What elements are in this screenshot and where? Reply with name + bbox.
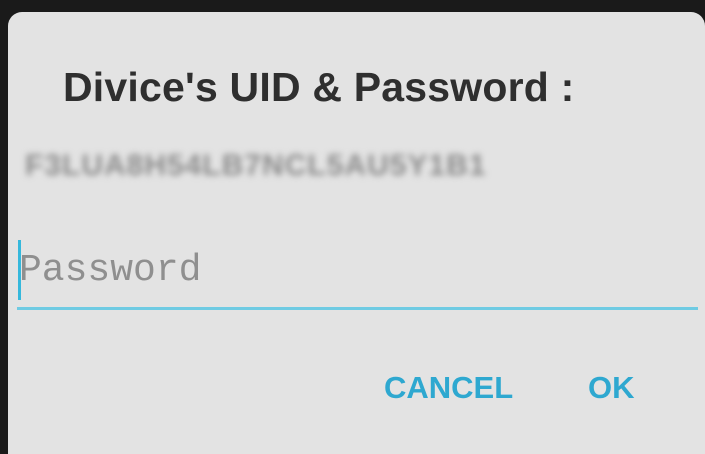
device-uid-value: F3LUA8H54LB7NCL5AU5Y1B1 <box>25 148 486 184</box>
cancel-button[interactable]: CANCEL <box>384 370 513 406</box>
password-field-container[interactable] <box>17 226 698 310</box>
uid-password-dialog: Divice's UID & Password : F3LUA8H54LB7NC… <box>8 12 705 454</box>
dialog-title: Divice's UID & Password : <box>63 64 575 110</box>
password-underline <box>17 307 698 310</box>
text-cursor <box>18 240 21 300</box>
ok-button[interactable]: OK <box>588 370 635 406</box>
password-input[interactable] <box>19 238 689 302</box>
uid-text-blurred: F3LUA8H54LB7NCL5AU5Y1B1 <box>25 149 487 182</box>
